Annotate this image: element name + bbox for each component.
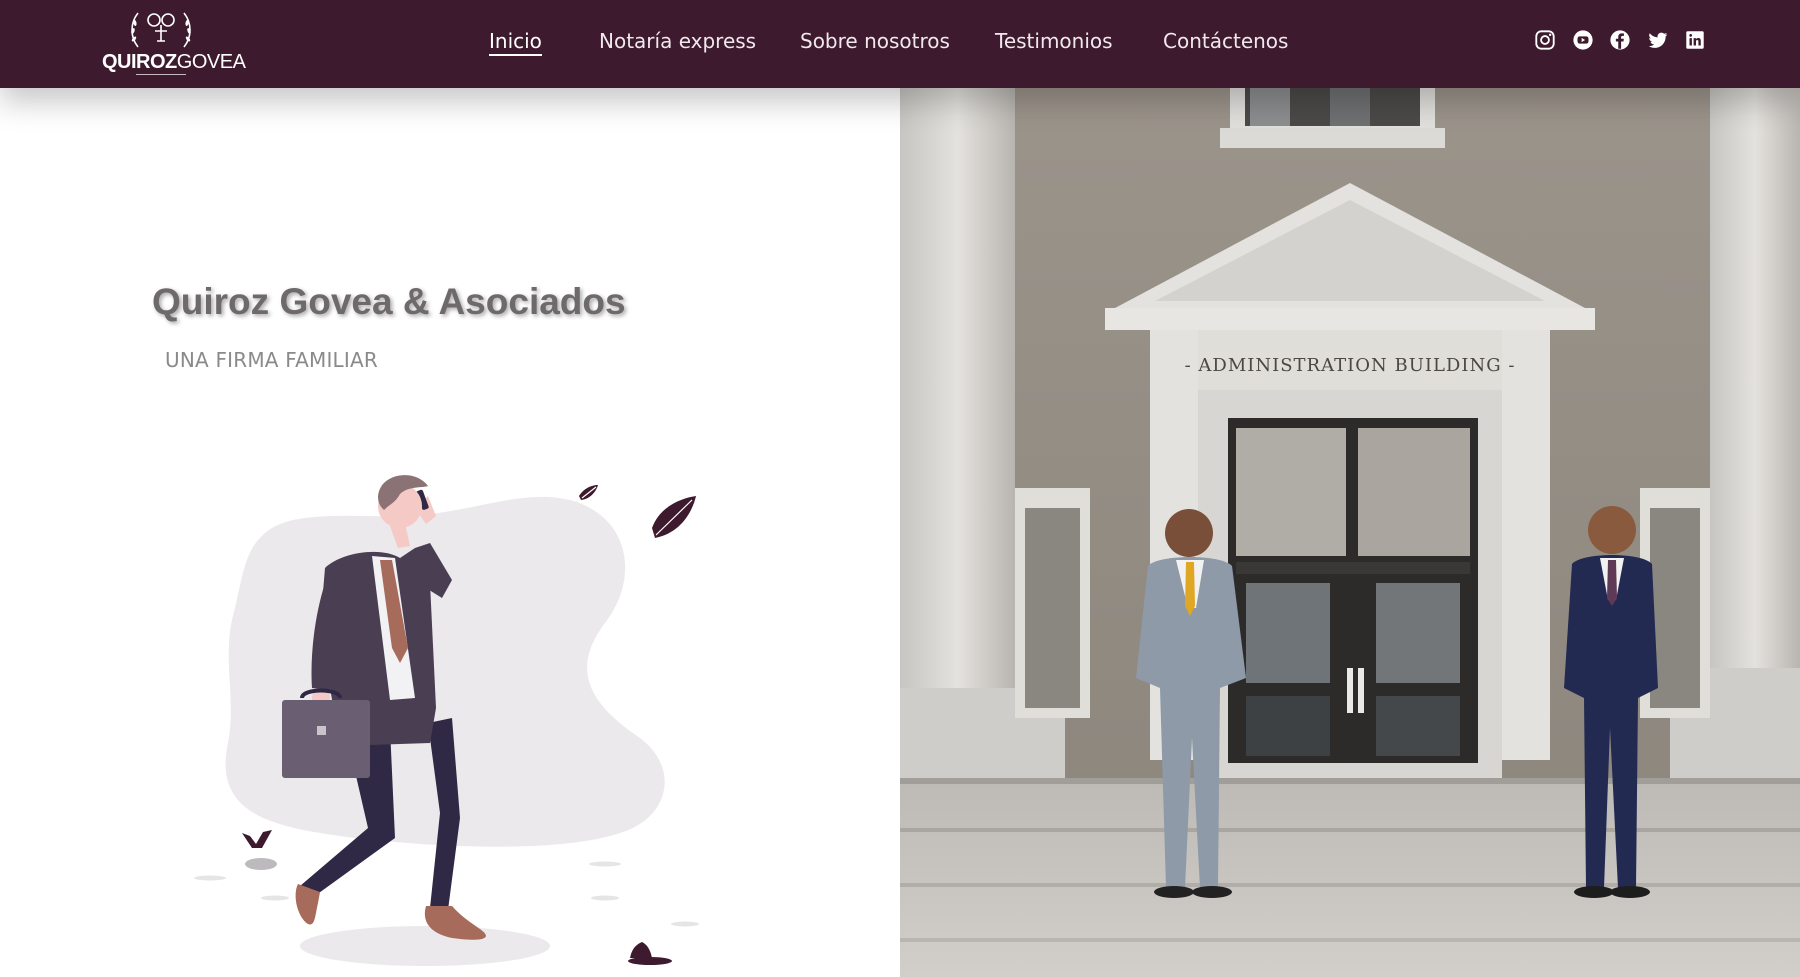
main-nav: Inicio Notaría express Sobre nosotros Te…	[0, 0, 1800, 88]
twitter-icon[interactable]	[1647, 29, 1669, 51]
nav-item-inicio[interactable]: Inicio	[489, 29, 542, 56]
building-sign-text: - ADMINISTRATION BUILDING -	[1185, 355, 1516, 376]
facebook-icon[interactable]	[1609, 29, 1631, 51]
hero-subtitle: UNA FIRMA FAMILIAR	[165, 348, 378, 372]
instagram-icon[interactable]	[1534, 29, 1556, 51]
nav-item-contactenos[interactable]: Contáctenos	[1163, 29, 1288, 53]
nav-item-testimonios[interactable]: Testimonios	[995, 29, 1113, 53]
building-photo: - ADMINISTRATION BUILDING -	[900, 88, 1800, 977]
nav-item-notaria-express[interactable]: Notaría express	[599, 29, 756, 53]
businessman-illustration	[194, 475, 699, 966]
youtube-icon[interactable]	[1572, 29, 1594, 51]
hero-title: Quiroz Govea & Asociados	[152, 281, 626, 322]
linkedin-icon[interactable]	[1684, 29, 1706, 51]
nav-item-sobre-nosotros[interactable]: Sobre nosotros	[800, 29, 950, 53]
hero-photo: - ADMINISTRATION BUILDING -	[900, 88, 1800, 977]
hero-section: Quiroz Govea & Asociados UNA FIRMA FAMIL…	[0, 88, 900, 977]
site-header: QUIROZGOVEA Inicio Notaría express Sobre…	[0, 0, 1800, 88]
